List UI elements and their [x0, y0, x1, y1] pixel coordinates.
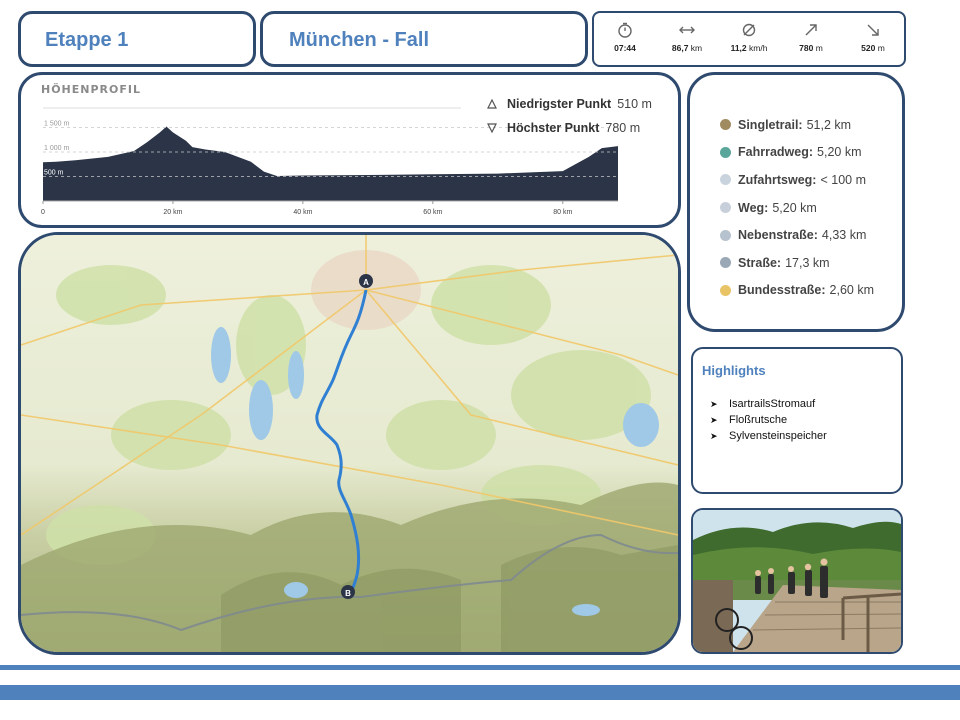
surface-legend-box: Singletrail: 51,2 km Fahrradweg: 5,20 km… [687, 72, 905, 332]
elevation-area [43, 126, 618, 201]
highlights-title: Highlights [702, 363, 766, 378]
lowest-point-label: Niedrigster Punkt [507, 97, 612, 111]
stat-speed-unit: km/h [746, 43, 768, 53]
legend-value: 51,2 km [806, 117, 852, 132]
legend-dot [720, 202, 731, 214]
triangle-down-icon [487, 123, 497, 133]
highest-point-label: Höchster Punkt [507, 121, 600, 135]
legend-item: Singletrail: 51,2 km [720, 111, 874, 139]
x-tick-label: 0 [41, 209, 45, 216]
x-tick-label: 40 km [293, 209, 312, 216]
legend-dot [720, 229, 731, 241]
legend-item: Weg: 5,20 km [720, 194, 874, 222]
legend-item: Straße: 17,3 km [720, 249, 874, 277]
legend-value: 2,60 km [829, 283, 874, 298]
highlight-item: ➤ Sylvensteinspeicher [710, 428, 827, 444]
highlight-item: ➤ Floßrutsche [710, 412, 827, 428]
highlight-text: IsartrailsStromauf [729, 398, 816, 410]
legend-value: 17,3 km [785, 255, 830, 270]
tour-photo-box [691, 508, 903, 654]
legend-value: 5,20 km [772, 200, 817, 215]
stage-box: Etappe 1 [18, 11, 256, 67]
footer-bar-thick [0, 685, 960, 700]
stopwatch-icon [618, 22, 632, 38]
elevation-profile-box: 500 m 1 000 m 1 500 m 0 20 km 40 km 60 km 80 km… [18, 72, 681, 228]
legend-dot [720, 146, 731, 158]
route-title-box: München - Fall [260, 11, 588, 67]
svg-text:A: A [363, 278, 369, 287]
stat-speed-value: 11,2 [730, 43, 747, 53]
x-tick-label: 20 km [163, 209, 182, 216]
highest-point-value: 780 m [605, 121, 641, 135]
elevation-profile-title: HÖHENPROFIL [41, 83, 141, 96]
x-tick-label: 60 km [423, 209, 442, 216]
stat-distance: 86,7 km [659, 21, 715, 53]
legend-dot [720, 284, 731, 296]
legend-dot [720, 257, 731, 269]
legend-name: Zufahrtsweg: [738, 172, 817, 187]
stats-box: 07:44 86,7 km 11,2 km/h 780 m 520 m [592, 11, 906, 67]
stat-ascent: 780 m [783, 21, 839, 53]
surface-legend: Singletrail: 51,2 km Fahrradweg: 5,20 km… [720, 111, 874, 304]
legend-value: 5,20 km [817, 145, 862, 160]
arrow-bullet-icon: ➤ [710, 398, 718, 409]
legend-name: Nebenstraße: [738, 228, 818, 243]
highlight-text: Floßrutsche [729, 414, 788, 426]
legend-dot [720, 119, 731, 131]
distance-arrows-icon [679, 26, 695, 34]
stat-duration: 07:44 [597, 21, 653, 53]
arrow-bullet-icon: ➤ [710, 430, 718, 441]
route-map-box: A B [18, 232, 681, 655]
end-marker[interactable]: B [341, 585, 355, 599]
stage-label: Etappe 1 [45, 29, 129, 51]
stat-descent-value: 520 [861, 43, 876, 53]
legend-item: Zufahrtsweg: < 100 m [720, 166, 874, 194]
highlights-list: ➤ IsartrailsStromauf ➤ Floßrutsche ➤ Syl… [710, 396, 827, 444]
y-tick-label: 1 500 m [44, 121, 69, 128]
arrow-bullet-icon: ➤ [710, 414, 718, 425]
triangle-up-icon [487, 99, 497, 109]
highlight-text: Sylvensteinspeicher [729, 430, 827, 442]
route-map[interactable]: A B [21, 235, 678, 652]
stat-descent-unit: m [875, 43, 885, 53]
lowest-point-row: Niedrigster Punkt 510 m [487, 97, 652, 111]
legend-name: Fahrradweg: [738, 145, 814, 160]
highest-point-row: Höchster Punkt 780 m [487, 121, 640, 135]
footer-bar-thin [0, 665, 960, 670]
legend-name: Bundesstraße: [738, 283, 826, 298]
highlight-item: ➤ IsartrailsStromauf [710, 396, 827, 412]
legend-item: Nebenstraße: 4,33 km [720, 221, 874, 249]
stat-ascent-value: 780 [799, 43, 814, 53]
svg-text:B: B [345, 589, 351, 598]
legend-dot [720, 174, 731, 186]
tour-photo [693, 510, 901, 652]
stat-speed: 11,2 km/h [721, 21, 777, 53]
legend-name: Weg: [738, 200, 769, 215]
x-tick-label: 80 km [553, 209, 572, 216]
route-title: München - Fall [289, 29, 429, 51]
ascent-arrow-icon [805, 24, 817, 36]
stats-row: 07:44 86,7 km 11,2 km/h 780 m 520 m [594, 13, 904, 65]
legend-name: Straße: [738, 255, 782, 270]
stat-distance-value: 86,7 [671, 43, 689, 53]
average-speed-icon [742, 23, 756, 37]
legend-name: Singletrail: [738, 117, 803, 132]
stat-ascent-unit: m [813, 43, 823, 53]
stat-duration-value: 07:44 [614, 43, 636, 53]
stat-descent: 520 m [845, 21, 901, 53]
start-marker[interactable]: A [359, 274, 373, 288]
stat-distance-unit: km [688, 43, 703, 53]
legend-value: 4,33 km [821, 228, 867, 243]
y-tick-label: 1 000 m [44, 145, 69, 152]
legend-value: < 100 m [820, 172, 866, 187]
legend-item: Fahrradweg: 5,20 km [720, 139, 874, 167]
y-tick-label: 500 m [44, 170, 64, 177]
descent-arrow-icon [867, 24, 879, 36]
lowest-point-value: 510 m [617, 97, 652, 111]
legend-item: Bundesstraße: 2,60 km [720, 277, 874, 305]
highlights-box: Highlights ➤ IsartrailsStromauf ➤ Floßru… [691, 347, 903, 494]
